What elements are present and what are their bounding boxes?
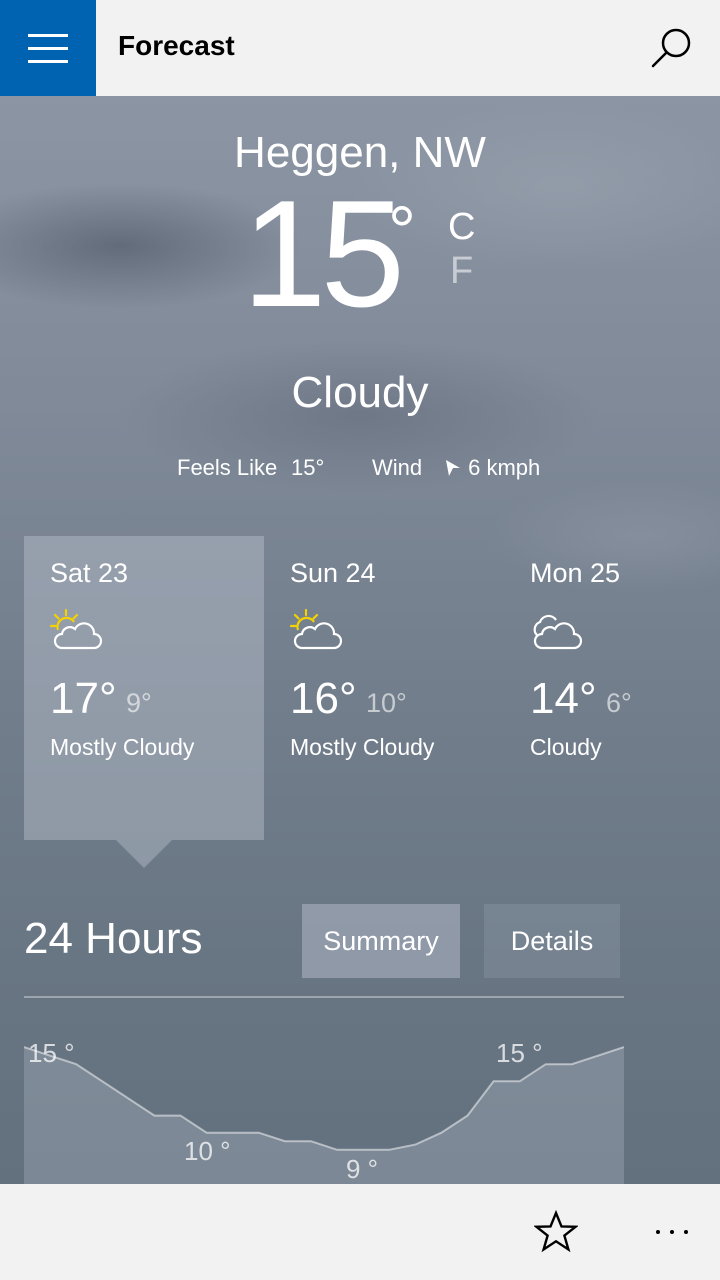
app-bar: Forecast (0, 0, 720, 96)
search-icon (651, 28, 691, 68)
day-high-temp: 17° (50, 674, 117, 723)
hamburger-line (28, 46, 68, 50)
day-condition: Cloudy (530, 734, 602, 760)
app-title: Forecast (118, 30, 235, 61)
wind-label: Wind (372, 455, 423, 480)
day-name: Sat 23 (50, 558, 129, 588)
day-card-sat[interactable]: Sat 23 17° 9° Mostly Cloudy (24, 536, 264, 840)
day-condition: Mostly Cloudy (50, 734, 195, 760)
cloud-icon (533, 614, 582, 650)
section-divider (24, 996, 624, 998)
summary-tab[interactable]: Summary (302, 904, 460, 978)
more-options-button[interactable] (652, 1216, 692, 1248)
day-low-temp: 9° (126, 688, 152, 718)
wind-direction-icon (446, 460, 460, 476)
chart-temp-label: 15 ° (496, 1038, 543, 1068)
chart-temp-label: 10 ° (184, 1136, 231, 1166)
feels-like-label: Feels Like (177, 455, 278, 480)
hourly-title: 24 Hours (24, 914, 203, 963)
day-high-temp: 16° (290, 674, 357, 723)
day-high-temp: 14° (530, 674, 597, 723)
day-low-temp: 6° (606, 688, 632, 718)
hourly-temperature-chart: 15 ° 10 ° 9 ° 15 ° (23, 1030, 625, 1184)
favorite-star-icon[interactable] (534, 1210, 578, 1254)
selected-day-pointer (116, 840, 172, 868)
sun-cloud-icon (50, 608, 102, 650)
current-condition: Cloudy (291, 368, 429, 417)
day-card-mon[interactable]: Mon 25 14° 6° Cloudy (504, 536, 720, 840)
hamburger-line (28, 33, 68, 37)
command-bar (0, 1184, 720, 1280)
hamburger-menu-button[interactable] (0, 0, 96, 96)
sun-cloud-icon (290, 608, 342, 650)
hamburger-line (28, 59, 68, 63)
wind-value: 6 kmph (468, 455, 541, 480)
day-name: Sun 24 (290, 558, 376, 588)
day-card-sun[interactable]: Sun 24 16° 10° Mostly Cloudy (264, 536, 504, 840)
day-name: Mon 25 (530, 558, 621, 588)
degree-symbol: ° (388, 192, 416, 270)
details-tab[interactable]: Details (484, 904, 620, 978)
unit-fahrenheit-toggle[interactable]: F (450, 250, 473, 293)
feels-like-value: 15° (291, 455, 325, 480)
day-condition: Mostly Cloudy (290, 734, 435, 760)
current-temperature: 15 (242, 169, 405, 339)
wind-info: 6 kmph (444, 455, 540, 481)
search-button[interactable] (648, 24, 696, 72)
unit-celsius-toggle[interactable]: C (448, 206, 475, 249)
chart-temp-label: 15 ° (28, 1038, 75, 1068)
day-low-temp: 10° (366, 688, 407, 718)
chart-temp-label: 9 ° (346, 1154, 379, 1184)
more-ellipsis-icon (656, 1230, 688, 1234)
